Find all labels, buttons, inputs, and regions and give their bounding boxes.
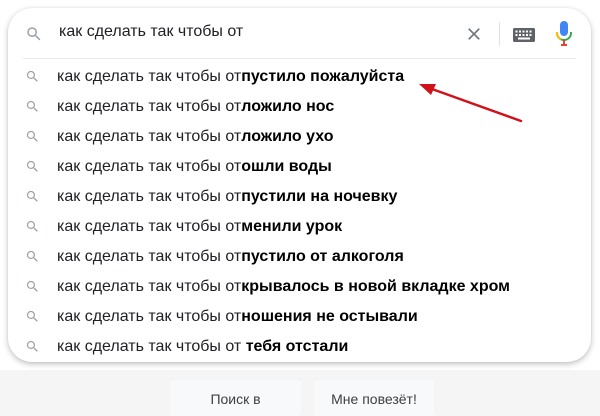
suggestion-item[interactable]: как сделать так чтобы отменили урок [8,212,591,242]
suggestion-item[interactable]: как сделать так чтобы отложило нос [8,92,591,122]
suggestion-completion: пустили на ночевку [241,188,398,205]
suggestion-prefix: как сделать так чтобы от [57,338,246,355]
search-icon [26,190,38,202]
suggestion-text: как сделать так чтобы отошли воды [57,158,332,176]
suggestion-completion: ложило нос [241,98,335,115]
suggestion-prefix: как сделать так чтобы от [57,278,242,295]
suggestion-prefix: как сделать так чтобы от [57,68,242,85]
suggestion-text: как сделать так чтобы отложило ухо [57,128,333,146]
suggestion-item[interactable]: как сделать так чтобы отложило ухо [8,122,591,152]
suggestion-item[interactable]: как сделать так чтобы отошли воды [8,152,591,182]
feeling-lucky-button[interactable]: Мне повезёт! [314,380,434,416]
search-input[interactable]: как сделать так чтобы от [59,23,243,41]
search-icon [26,160,38,172]
suggestion-completion: ошли воды [241,158,332,175]
search-icon [26,70,38,82]
search-icon [26,280,38,292]
suggestion-text: как сделать так чтобы от тебя отстали [57,338,348,356]
suggestion-completion: менили урок [241,218,343,235]
suggestion-text: как сделать так чтобы открывалось в ново… [57,278,510,296]
suggestion-completion: тебя отстали [245,338,349,355]
suggestion-text: как сделать так чтобы отменили урок [57,218,342,236]
suggestion-prefix: как сделать так чтобы от [57,158,242,175]
search-icon [26,130,38,142]
close-icon[interactable] [464,24,484,44]
divider [499,22,500,46]
keyboard-icon[interactable] [513,28,535,42]
search-icon [26,340,38,352]
microphone-icon[interactable] [556,21,572,47]
suggestion-text: как сделать так чтобы отпустило пожалуйс… [57,68,404,86]
search-input-row[interactable]: как сделать так чтобы от [8,8,591,58]
search-divider [23,58,576,59]
suggestion-prefix: как сделать так чтобы от [57,98,242,115]
page: как сделать так чтобы от как сделать так… [0,0,600,416]
search-icon [27,27,41,41]
search-icon [26,100,38,112]
suggestion-prefix: как сделать так чтобы от [57,188,242,205]
suggestion-completion: крывалось в новой вкладке хром [241,278,510,295]
suggestion-prefix: как сделать так чтобы от [57,128,242,145]
suggestion-item[interactable]: как сделать так чтобы отношения не остыв… [8,302,591,332]
suggestion-completion: ложило ухо [241,128,334,145]
suggestion-completion: ношения не остывали [241,308,418,325]
suggestion-text: как сделать так чтобы отпустили на ночев… [57,188,397,206]
suggestion-prefix: как сделать так чтобы от [57,308,242,325]
search-icon [26,220,38,232]
suggestion-text: как сделать так чтобы отпустило от алког… [57,248,404,266]
search-icon [26,250,38,262]
suggestion-prefix: как сделать так чтобы от [57,218,242,235]
search-box: как сделать так чтобы от как сделать так… [8,8,591,362]
suggestion-item[interactable]: как сделать так чтобы отпустило от алког… [8,242,591,272]
suggestion-item[interactable]: как сделать так чтобы отпустило пожалуйс… [8,62,591,92]
suggestion-prefix: как сделать так чтобы от [57,248,242,265]
google-search-button[interactable]: Поиск в Google [170,380,301,416]
suggestion-item[interactable]: как сделать так чтобы от тебя отстали [8,332,591,362]
suggestion-text: как сделать так чтобы отложило нос [57,98,334,116]
search-icon [26,310,38,322]
suggestion-completion: пустило пожалуйста [241,68,405,85]
suggestion-item[interactable]: как сделать так чтобы открывалось в ново… [8,272,591,302]
suggestion-list: как сделать так чтобы отпустило пожалуйс… [8,62,591,362]
suggestion-item[interactable]: как сделать так чтобы отпустили на ночев… [8,182,591,212]
suggestion-text: как сделать так чтобы отношения не остыв… [57,308,418,326]
suggestion-completion: пустило от алкоголя [241,248,404,265]
